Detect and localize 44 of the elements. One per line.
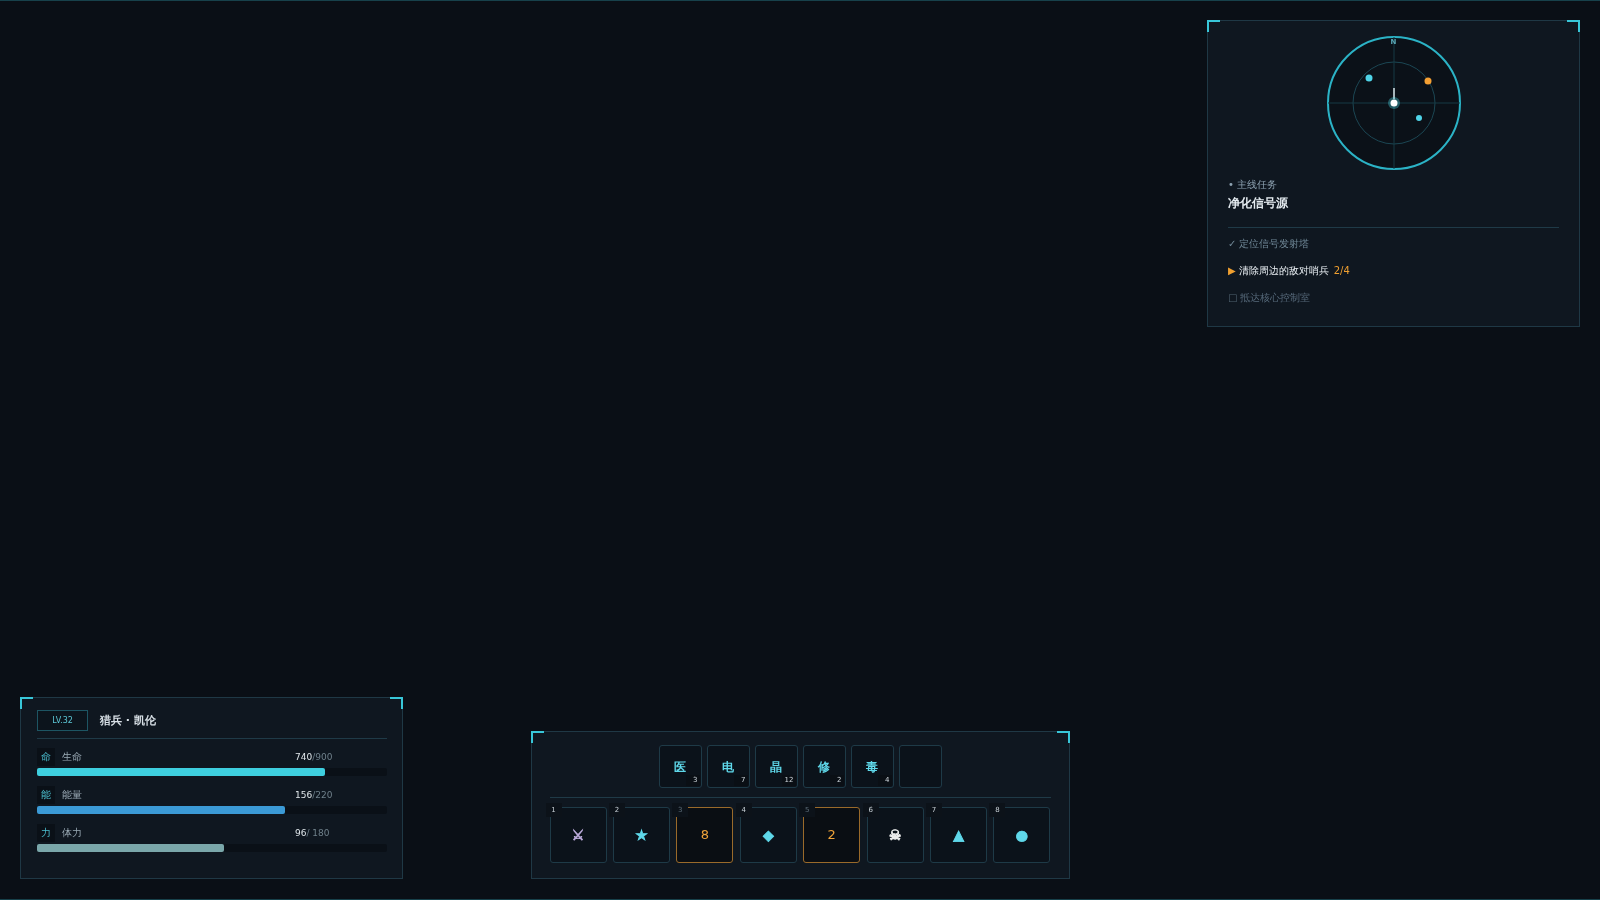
corner-bracket-icon [1056, 731, 1070, 743]
level-badge: LV.32 [37, 710, 88, 731]
corner-bracket-icon [1207, 20, 1220, 32]
empty-slot[interactable] [898, 745, 942, 788]
stat-glyph: 能 [37, 786, 55, 804]
quest-category: • 主线任务 [1228, 178, 1279, 192]
corner-bracket-icon [390, 697, 403, 709]
cooldown-timer: 8 [700, 827, 709, 843]
skill-icon: ☠ [888, 827, 902, 843]
quest-title: 净化信号源 [1228, 195, 1289, 212]
item-label: 修 [818, 759, 830, 774]
corner-bracket-icon [530, 731, 544, 743]
skill-icon: ▲ [953, 827, 964, 843]
skill-icon: ★ [635, 827, 648, 843]
skill-icon: ◆ [762, 827, 774, 843]
objective-text: 定位信号发射塔 [1239, 237, 1310, 251]
skill-icon: ● [1015, 827, 1029, 843]
stat-label: 能量 [62, 788, 83, 802]
item-label: 医 [674, 759, 686, 774]
item-label: 晶 [770, 759, 782, 774]
stat-max: / 180 [306, 827, 330, 839]
skill-icon: ⚔ [571, 827, 585, 843]
stat-max: /900 [312, 751, 333, 763]
stat-label: 体力 [62, 826, 83, 840]
stat-current: 96 [295, 827, 307, 839]
objective-progress: 2/4 [1333, 264, 1350, 278]
triangle-icon: ▶ [1228, 264, 1236, 278]
stat-glyph: 命 [37, 748, 55, 766]
corner-bracket-icon [20, 697, 33, 709]
stat-glyph: 力 [37, 824, 55, 842]
square-icon: □ [1228, 291, 1238, 305]
objective-text: 清除周边的敌对哨兵 [1238, 264, 1329, 278]
item-label: 电 [722, 759, 734, 774]
item-label: 毒 [866, 759, 878, 774]
objective-text: 抵达核心控制室 [1240, 291, 1311, 305]
stat-max: /220 [312, 789, 333, 801]
stat-current: 740 [295, 751, 313, 763]
cooldown-timer: 2 [827, 827, 836, 843]
player-marker-icon [1387, 87, 1400, 109]
character-name: 猎兵 · 凯伦 [100, 713, 156, 728]
corner-bracket-icon [1567, 20, 1580, 32]
stat-label: 生命 [62, 750, 83, 764]
checkmark-icon: ✓ [1228, 237, 1237, 251]
stat-current: 156 [295, 789, 313, 801]
